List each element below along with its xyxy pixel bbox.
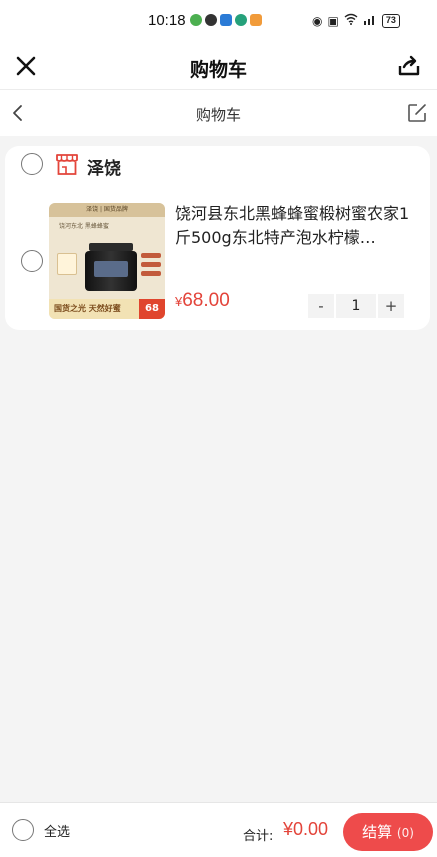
thumb-badge <box>57 253 77 275</box>
wifi-icon <box>344 13 358 28</box>
app-icon <box>235 14 247 26</box>
product-title[interactable]: 饶河县东北黑蜂蜂蜜椴树蜜农家1斤500g东北特产泡水柠檬… <box>175 202 415 250</box>
checkout-bar: 全选 合计: ¥0.00 结算 (0) <box>0 802 437 857</box>
thumb-price-tag: 68 <box>139 299 165 319</box>
jar-lid <box>89 243 133 251</box>
sub-nav-bar: 购物车 <box>0 90 437 136</box>
status-right: ◉ ▣ 73 <box>312 13 400 28</box>
decrease-button[interactable]: - <box>308 294 334 318</box>
store-select-radio[interactable] <box>21 153 43 175</box>
total-label: 合计: <box>243 829 274 844</box>
status-bar: 10:18 ◉ ▣ 73 <box>0 0 437 44</box>
quantity-value[interactable]: 1 <box>336 294 376 318</box>
5g-signal-icon <box>363 13 377 28</box>
share-icon[interactable] <box>397 54 421 78</box>
app-icon <box>250 14 262 26</box>
total-value: ¥0.00 <box>283 819 329 839</box>
thumb-product-text: 饶河东北 黑蜂蜂蜜 <box>59 223 109 230</box>
item-select-radio[interactable] <box>21 250 43 272</box>
checkout-button[interactable]: 结算 (0) <box>343 813 433 851</box>
increase-button[interactable]: + <box>378 294 404 318</box>
page-title: 购物车 <box>189 59 247 81</box>
store-name[interactable]: 泽饶 <box>87 154 121 179</box>
top-nav-bar: 购物车 <box>0 44 437 90</box>
battery-icon: 73 <box>381 13 400 28</box>
nfc-icon: ▣ <box>327 13 339 28</box>
select-all-label[interactable]: 全选 <box>44 821 70 840</box>
notification-app-icon <box>190 14 202 26</box>
thumb-feature-tags <box>141 253 161 285</box>
thumb-brand-text: 泽饶 | 国货品牌 <box>49 203 165 217</box>
select-all-radio[interactable] <box>12 819 34 841</box>
product-thumbnail[interactable]: 泽饶 | 国货品牌 饶河东北 黑蜂蜂蜜 国货之光 天然好蜜 68 <box>49 203 165 319</box>
price-value: 68.00 <box>182 290 230 311</box>
status-app-icons <box>190 14 262 26</box>
quantity-stepper: - 1 + <box>308 294 404 318</box>
message-app-icon <box>205 14 217 26</box>
edit-icon[interactable] <box>406 102 428 124</box>
eye-icon: ◉ <box>312 13 323 28</box>
app-icon <box>220 14 232 26</box>
jar-label <box>94 261 128 277</box>
checkout-count: (0) <box>396 826 414 840</box>
store-card: 泽饶 泽饶 | 国货品牌 饶河东北 黑蜂蜂蜜 国货之光 天然好蜜 68 饶河县东… <box>5 146 430 330</box>
product-price: ¥68.00 <box>175 290 230 312</box>
store-icon <box>55 152 79 176</box>
checkout-label: 结算 <box>362 823 393 841</box>
sub-page-title: 购物车 <box>195 106 241 124</box>
status-time: 10:18 <box>148 12 186 29</box>
